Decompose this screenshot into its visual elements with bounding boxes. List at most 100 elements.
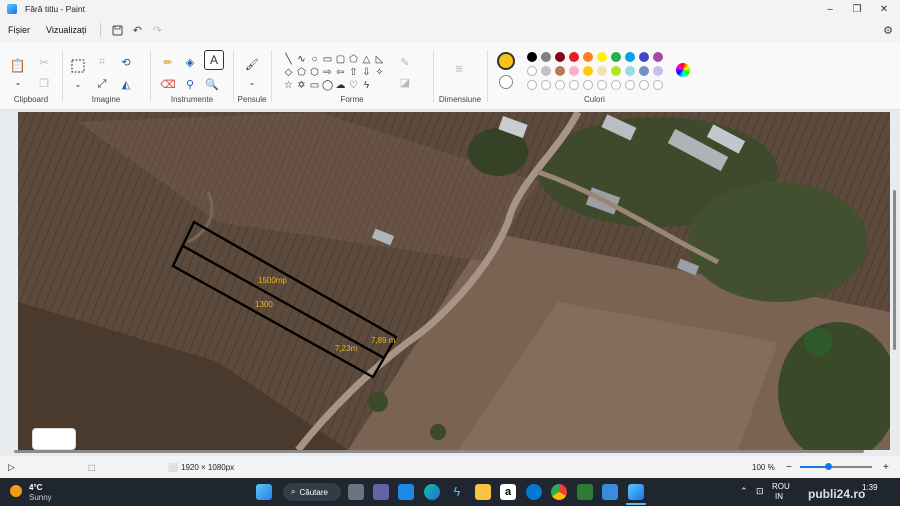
zoom-slider-handle[interactable] <box>825 463 832 470</box>
store-icon[interactable] <box>398 484 414 500</box>
notepad-icon[interactable] <box>602 484 618 500</box>
horizontal-scrollbar[interactable] <box>14 450 864 453</box>
rectangle-shape-icon[interactable]: ▭ <box>322 54 333 65</box>
flip-icon[interactable]: ◭ <box>118 76 134 92</box>
color-swatch[interactable] <box>569 66 579 76</box>
arrow-down-shape-icon[interactable]: ⇩ <box>361 67 372 78</box>
color-swatch[interactable] <box>625 52 635 62</box>
line-shape-icon[interactable]: ╲ <box>283 54 294 65</box>
color-swatch[interactable] <box>611 80 621 90</box>
pentagon-shape-icon[interactable]: ⬠ <box>296 67 307 78</box>
color-swatch[interactable] <box>625 66 635 76</box>
color-swatch[interactable] <box>583 52 593 62</box>
color-swatch[interactable] <box>639 66 649 76</box>
heart-shape-icon[interactable]: ♡ <box>348 80 359 91</box>
minimize-button[interactable]: – <box>816 0 844 18</box>
rotate-icon[interactable]: ⟲ <box>118 54 134 70</box>
star6-shape-icon[interactable]: ✡ <box>296 80 307 91</box>
color-picker-icon[interactable]: ⚲ <box>182 76 198 92</box>
color-swatch[interactable] <box>541 80 551 90</box>
paint-taskbar-icon[interactable] <box>628 484 644 500</box>
skype-icon[interactable] <box>526 484 542 500</box>
paste-icon[interactable]: 📋 <box>10 58 26 74</box>
crop-icon[interactable]: ⌗ <box>94 54 110 70</box>
network-icon[interactable]: ⊡ <box>756 486 764 497</box>
color-swatch[interactable] <box>653 80 663 90</box>
arrow-right-shape-icon[interactable]: ⇨ <box>322 67 333 78</box>
color-swatch[interactable] <box>625 80 635 90</box>
language-code[interactable]: ROU <box>772 482 790 491</box>
callout-oval-shape-icon[interactable]: ◯ <box>322 80 333 91</box>
select-icon[interactable] <box>70 58 86 74</box>
settings-icon[interactable]: ⚙ <box>878 20 898 40</box>
file-explorer-icon[interactable] <box>475 484 491 500</box>
brush-icon[interactable]: 🖌 <box>244 56 260 72</box>
vertical-scrollbar[interactable] <box>893 190 896 350</box>
color-swatch[interactable] <box>569 80 579 90</box>
color-swatch[interactable] <box>555 66 565 76</box>
arrow-up-shape-icon[interactable]: ⇧ <box>348 67 359 78</box>
hexagon-shape-icon[interactable]: ⬡ <box>309 67 320 78</box>
color-swatch[interactable] <box>583 66 593 76</box>
copy-icon[interactable]: ❐ <box>36 75 52 91</box>
undo-icon[interactable]: ↶ <box>127 20 147 40</box>
right-triangle-shape-icon[interactable]: ◺ <box>374 54 385 65</box>
color-swatch[interactable] <box>541 66 551 76</box>
primary-color-swatch[interactable] <box>497 52 515 70</box>
weather-temperature[interactable]: 4°C <box>29 483 42 492</box>
lightning-shape-icon[interactable]: ϟ <box>361 80 372 91</box>
fill-shape-icon[interactable]: ◪ <box>397 74 413 90</box>
color-swatch[interactable] <box>597 80 607 90</box>
color-swatch[interactable] <box>527 52 537 62</box>
fill-icon[interactable]: ◈ <box>182 54 198 70</box>
color-swatch[interactable] <box>527 80 537 90</box>
color-swatch[interactable] <box>555 80 565 90</box>
color-swatch[interactable] <box>653 66 663 76</box>
close-button[interactable]: ✕ <box>870 0 898 18</box>
polygon-shape-icon[interactable]: ⬠ <box>348 54 359 65</box>
start-button-icon[interactable] <box>256 484 272 500</box>
color-swatch[interactable] <box>611 52 621 62</box>
weather-description[interactable]: Sunny <box>29 493 52 502</box>
color-swatch[interactable] <box>569 52 579 62</box>
teams-icon[interactable] <box>373 484 389 500</box>
chevron-up-icon[interactable]: ⌃ <box>740 486 748 497</box>
zoom-level[interactable]: 100 % <box>752 463 775 472</box>
color-swatch[interactable] <box>597 52 607 62</box>
zoom-out-button[interactable]: − <box>786 462 792 473</box>
color-swatch[interactable] <box>597 66 607 76</box>
edit-colors-icon[interactable] <box>676 63 690 77</box>
text-tool-button[interactable]: A <box>204 50 224 70</box>
curve-shape-icon[interactable]: ∿ <box>296 54 307 65</box>
redo-icon[interactable]: ↷ <box>147 20 167 40</box>
eraser-icon[interactable]: ⌫ <box>160 76 176 92</box>
callout-rect-shape-icon[interactable]: ▭ <box>309 80 320 91</box>
menu-view[interactable]: Vizualizați <box>38 25 94 35</box>
diamond-shape-icon[interactable]: ◇ <box>283 67 294 78</box>
triangle-shape-icon[interactable]: △ <box>361 54 372 65</box>
color-swatch[interactable] <box>527 66 537 76</box>
maximize-button[interactable]: ❐ <box>843 0 871 18</box>
line-size-icon[interactable]: ≡ <box>451 60 467 76</box>
magnifier-icon[interactable]: 🔍 <box>204 76 220 92</box>
color-swatch[interactable] <box>639 52 649 62</box>
paste-dropdown-icon[interactable]: ⌄ <box>10 74 26 90</box>
rounded-rectangle-shape-icon[interactable]: ▢ <box>335 54 346 65</box>
task-view-icon[interactable] <box>348 484 364 500</box>
edge-icon[interactable] <box>424 484 440 500</box>
search-button[interactable]: ⌕ Căutare <box>283 483 341 501</box>
star5-shape-icon[interactable]: ☆ <box>283 80 294 91</box>
select-dropdown-icon[interactable]: ⌄ <box>70 76 86 92</box>
secondary-color-swatch[interactable] <box>499 75 513 89</box>
color-swatch[interactable] <box>541 52 551 62</box>
cut-icon[interactable]: ✂ <box>36 54 52 70</box>
save-icon[interactable] <box>107 20 127 40</box>
arrow-left-shape-icon[interactable]: ⇦ <box>335 67 346 78</box>
resize-icon[interactable]: ⤢ <box>94 76 110 92</box>
star4-shape-icon[interactable]: ✧ <box>374 67 385 78</box>
callout-cloud-shape-icon[interactable]: ☁ <box>335 80 346 91</box>
chrome-icon[interactable] <box>551 484 567 500</box>
amazon-icon[interactable]: a <box>500 484 516 500</box>
keyboard-layout[interactable]: IN <box>775 492 783 501</box>
menu-file[interactable]: Fișier <box>0 25 38 35</box>
